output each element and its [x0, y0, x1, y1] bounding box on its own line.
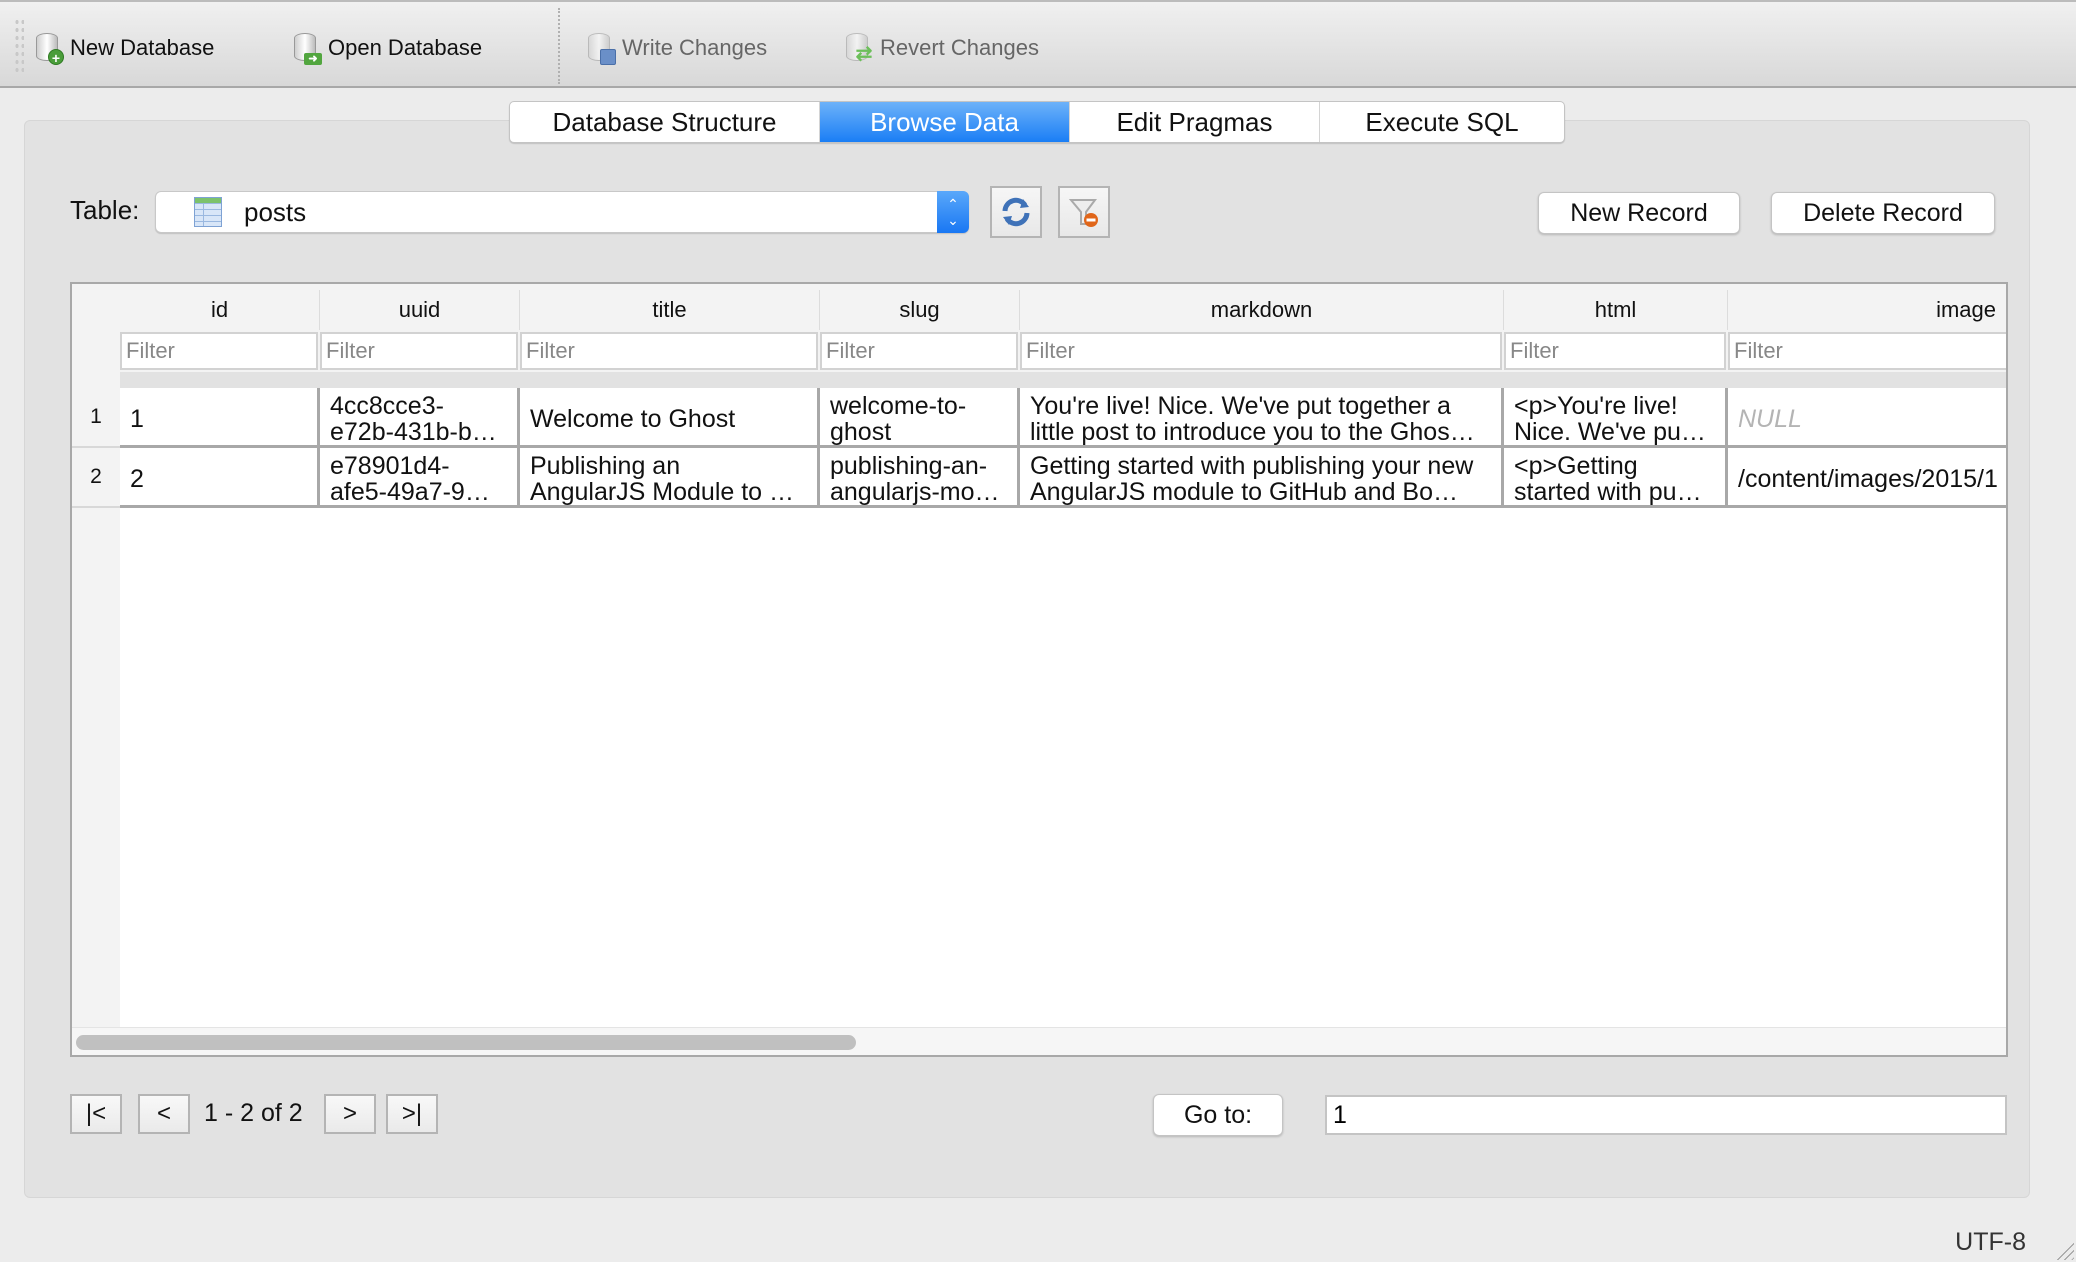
cell-html[interactable]: <p>Getting started with pu… [1504, 448, 1728, 508]
cell-markdown[interactable]: Getting started with publishing your new… [1020, 448, 1504, 508]
filter-input-title[interactable] [520, 332, 818, 370]
tab-database-structure[interactable]: Database Structure [510, 102, 820, 142]
cell-html[interactable]: <p>You're live! Nice. We've pu… [1504, 388, 1728, 448]
tab-execute-sql[interactable]: Execute SQL [1320, 102, 1564, 142]
clear-filters-button[interactable] [1058, 186, 1110, 238]
revert-changes-icon: ⇄ [844, 31, 874, 65]
header-separator [120, 372, 2006, 388]
filter-input-markdown[interactable] [1020, 332, 1502, 370]
write-changes-label: Write Changes [622, 35, 768, 60]
row-number[interactable]: 2 [72, 448, 120, 508]
table-row: 2 2 e78901d4- afe5-49a7-9… Publishing an… [72, 448, 2006, 508]
toolbar-separator [558, 8, 560, 84]
column-header-image[interactable]: image [1728, 290, 2006, 330]
column-header-markdown[interactable]: markdown [1020, 290, 1504, 330]
column-header-id[interactable]: id [120, 290, 320, 330]
clear-filter-icon [1068, 199, 1098, 227]
tab-edit-pragmas[interactable]: Edit Pragmas [1070, 102, 1320, 142]
revert-changes-label: Revert Changes [880, 35, 1039, 60]
data-grid: id uuid title slug markdown html image 1… [70, 282, 2008, 1057]
filter-input-uuid[interactable] [320, 332, 518, 370]
table-icon [194, 197, 222, 227]
row-number[interactable]: 1 [72, 388, 120, 448]
record-range-label: 1 - 2 of 2 [204, 1099, 303, 1127]
open-database-icon: ➜ [292, 31, 322, 65]
cell-image[interactable]: NULL [1728, 388, 2006, 448]
last-page-button[interactable]: >| [386, 1094, 438, 1134]
delete-record-button[interactable]: Delete Record [1771, 192, 1995, 234]
table-label: Table: [70, 195, 140, 225]
column-header-uuid[interactable]: uuid [320, 290, 520, 330]
column-header-title[interactable]: title [520, 290, 820, 330]
cell-slug[interactable]: publishing-an- angularjs-mo… [820, 448, 1020, 508]
previous-page-button[interactable]: < [138, 1094, 190, 1134]
goto-record-input[interactable] [1325, 1095, 2007, 1135]
next-page-button[interactable]: > [324, 1094, 376, 1134]
open-database-label: Open Database [328, 35, 483, 60]
filter-input-image[interactable] [1728, 332, 2006, 370]
cell-uuid[interactable]: e78901d4- afe5-49a7-9… [320, 448, 520, 508]
table-row: 1 1 4cc8cce3- e72b-431b-b… Welcome to Gh… [72, 388, 2006, 448]
revert-changes-button[interactable]: ⇄ Revert Changes [844, 28, 1039, 68]
cell-image[interactable]: /content/images/2015/1 [1728, 448, 2006, 508]
refresh-button[interactable] [990, 186, 1042, 238]
horizontal-scrollbar-thumb[interactable] [76, 1035, 856, 1050]
column-header-slug[interactable]: slug [820, 290, 1020, 330]
cell-id[interactable]: 2 [120, 448, 320, 508]
cell-title[interactable]: Welcome to Ghost [520, 388, 820, 448]
cell-markdown[interactable]: You're live! Nice. We've put together a … [1020, 388, 1504, 448]
tab-browse-data[interactable]: Browse Data [820, 102, 1070, 142]
filter-input-id[interactable] [120, 332, 318, 370]
cell-id[interactable]: 1 [120, 388, 320, 448]
chevron-up-down-icon[interactable]: ⌃ ⌄ [937, 191, 969, 233]
filter-input-slug[interactable] [820, 332, 1018, 370]
new-database-label: New Database [70, 35, 215, 60]
write-changes-button[interactable]: Write Changes [586, 28, 767, 68]
filter-input-html[interactable] [1504, 332, 1726, 370]
table-select-value: posts [244, 196, 307, 227]
new-record-button[interactable]: New Record [1538, 192, 1740, 234]
new-database-button[interactable]: + New Database [34, 28, 214, 68]
null-value: NULL [1738, 404, 1802, 433]
window-resize-grip[interactable] [2052, 1238, 2074, 1260]
cell-slug[interactable]: welcome-to- ghost [820, 388, 1020, 448]
main-tabs: Database Structure Browse Data Edit Prag… [509, 101, 1565, 143]
first-page-button[interactable]: |< [70, 1094, 122, 1134]
new-database-icon: + [34, 31, 64, 66]
goto-button[interactable]: Go to: [1153, 1094, 1283, 1136]
refresh-icon [1002, 197, 1030, 227]
column-header-html[interactable]: html [1504, 290, 1728, 330]
horizontal-scrollbar[interactable] [72, 1027, 2006, 1055]
encoding-status: UTF-8 [1955, 1228, 2026, 1256]
cell-uuid[interactable]: 4cc8cce3- e72b-431b-b… [320, 388, 520, 448]
table-select[interactable]: posts ⌃ ⌄ [155, 191, 969, 233]
main-toolbar: + New Database ➜ Open Database Write Cha… [0, 0, 2076, 88]
write-changes-icon [586, 31, 616, 65]
cell-title[interactable]: Publishing an AngularJS Module to … [520, 448, 820, 508]
toolbar-grip-handle[interactable] [14, 18, 24, 74]
open-database-button[interactable]: ➜ Open Database [292, 28, 482, 68]
